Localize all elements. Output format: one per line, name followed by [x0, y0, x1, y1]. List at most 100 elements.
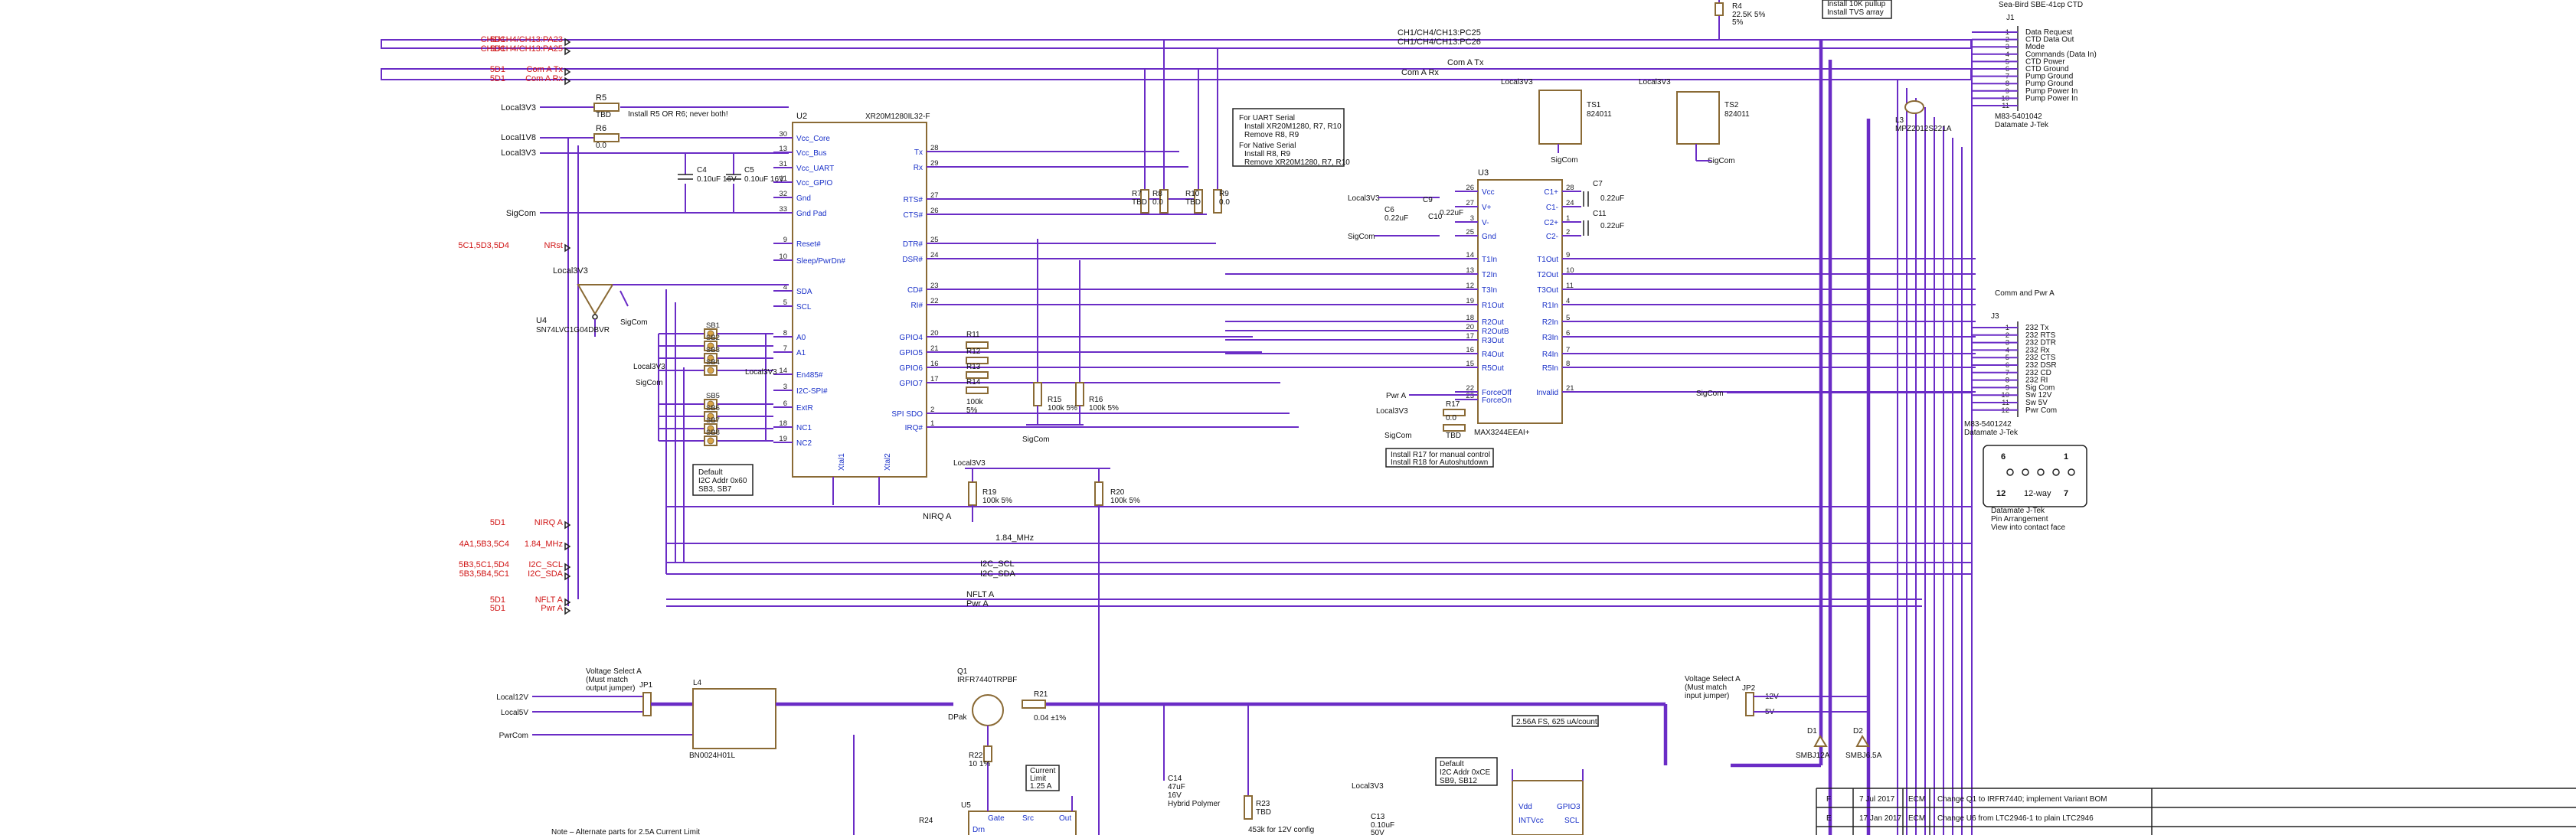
net-ref: 5C1,5D3,5D4 [458, 241, 509, 250]
u3-pin-num: 11 [1566, 282, 1574, 290]
r6-val: 0.0 [596, 142, 606, 150]
svg-text:output jumper): output jumper) [586, 684, 635, 693]
u3-pin-num: 10 [1566, 266, 1574, 275]
u2-pin-name: I2C-SPI# [796, 387, 828, 396]
svg-text:Install R18 for Autoshutdown: Install R18 for Autoshutdown [1391, 458, 1488, 467]
u2-pin-name: Vcc_UART [796, 165, 834, 173]
bus-label: CH1/CH4/CH13:PC26 [1398, 38, 1481, 47]
svg-text:2.56A FS, 625 uA/count: 2.56A FS, 625 uA/count [1516, 718, 1597, 726]
r5-val: TBD [596, 111, 611, 119]
svg-text:100k 5%: 100k 5% [1089, 404, 1119, 413]
u3-pin-name: R2In [1542, 318, 1558, 327]
svg-text:Default: Default [698, 468, 723, 477]
u2-pin-name: SPI SDO [891, 410, 923, 419]
svg-text:Voltage Select A: Voltage Select A [1685, 675, 1741, 683]
svg-text:JP2: JP2 [1742, 684, 1756, 693]
svg-text:For UART Serial: For UART Serial [1239, 114, 1295, 122]
u3-pin-name: R3Out [1482, 337, 1504, 345]
svg-text:Voltage Select A: Voltage Select A [586, 667, 642, 676]
u3-left-pins: 26 Vcc 27 V+ 3 V- 25 Gnd 14 T1In 13 T2In 12 T3In 19 R1O… [1225, 184, 1512, 405]
r6-ref: R6 [596, 124, 606, 133]
u2-pin-name: ExtR [796, 404, 813, 413]
u3-pin-name: R3In [1542, 334, 1558, 342]
svg-text:TS2: TS2 [1724, 101, 1739, 109]
svg-text:0.22uF: 0.22uF [1440, 209, 1463, 217]
u3-part: MAX3244EEAI+ [1474, 429, 1530, 437]
u2-pin-name: Tx [914, 148, 923, 157]
u2-pin-num: 29 [930, 159, 939, 168]
net-name: Com A Rx [525, 74, 563, 83]
svg-text:INTVcc: INTVcc [1518, 817, 1544, 825]
u2-pin-num: 26 [930, 207, 939, 215]
u2-pin-name: A1 [796, 349, 806, 357]
svg-text:0.0: 0.0 [1219, 198, 1230, 207]
u2-pin-num: 6 [783, 400, 787, 408]
u2-pin-name: Vcc_GPIO [796, 179, 832, 188]
u2-pin-name: Reset# [796, 240, 821, 249]
u2-pin-name: GPIO6 [899, 364, 923, 373]
u3-pin-num: 20 [1466, 323, 1474, 331]
bus-label: Com A Rx [1401, 68, 1439, 77]
u3-pin-num: 8 [1566, 360, 1570, 368]
svg-text:SigCom: SigCom [1022, 435, 1050, 444]
u3-pin-num: 13 [1466, 266, 1474, 275]
svg-text:100k: 100k [966, 398, 984, 406]
svg-text:Default: Default [1440, 760, 1464, 768]
u2-pin-num: 25 [930, 236, 939, 244]
net-name: CH1/CH4/CH13:PA25 [481, 44, 563, 54]
u4-part: SN74LVC1G04DBVR [536, 326, 610, 334]
u2-pin-name: RTS# [904, 196, 924, 204]
u2-pin-name: GPIO5 [899, 349, 923, 357]
u2-pin-num: 17 [930, 375, 939, 383]
bus-label: CH1/CH4/CH13:PC25 [1398, 28, 1481, 38]
svg-text:Local5V: Local5V [501, 709, 528, 717]
u2-pin-num: 21 [930, 344, 939, 353]
sb-ref: SB4 [706, 358, 720, 367]
svg-text:M83-5401042: M83-5401042 [1995, 113, 2042, 121]
svg-text:Pin Arrangement: Pin Arrangement [1991, 515, 2048, 524]
svg-text:Local3V3: Local3V3 [953, 459, 986, 468]
svg-text:Datamate J-Tek: Datamate J-Tek [1991, 507, 2045, 515]
u3-pin-name: R1In [1542, 302, 1558, 310]
svg-text:TBD: TBD [1132, 198, 1147, 207]
svg-text:SMBJ12A: SMBJ12A [1796, 752, 1830, 760]
svg-text:R13: R13 [966, 363, 981, 371]
u4-ref: U4 [536, 316, 547, 325]
svg-text:R22: R22 [969, 752, 983, 760]
svg-text:824011: 824011 [1587, 110, 1612, 119]
svg-text:TS1: TS1 [1587, 101, 1601, 109]
svg-text:R17: R17 [1446, 400, 1460, 409]
u2-pin-num: 1 [930, 419, 934, 428]
c4-ref: C4 [697, 166, 707, 175]
u3-pin-name: C2- [1546, 233, 1558, 241]
u3-pin-num: 7 [1566, 346, 1570, 354]
j1-pins: 1 Data Request2 CTD Data Out3 Mode4 Commands… [1972, 28, 2097, 110]
c4-val: 0.10uF 16V [697, 175, 737, 184]
u3-pin-name: Invalid [1536, 389, 1558, 397]
u3-pin-num: 19 [1466, 297, 1474, 305]
u2-pin-num: 18 [779, 419, 787, 428]
svg-text:100k 5%: 100k 5% [1110, 497, 1140, 505]
svg-text:0.0: 0.0 [1446, 414, 1456, 422]
u3-pin-num: 5 [1566, 314, 1570, 322]
sb-ref: SB6 [706, 404, 720, 413]
sb-ref: SB3 [706, 346, 720, 354]
svg-text:Datamate J-Tek: Datamate J-Tek [1964, 429, 2019, 437]
l3: L3 MPZ2012S221A [1895, 100, 1952, 133]
sb-ref: SB1 [706, 321, 720, 330]
svg-text:SigCom: SigCom [1708, 157, 1735, 165]
u4-gnd: SigCom [620, 318, 648, 327]
net-name: NRst [544, 241, 563, 250]
svg-text:L3: L3 [1895, 116, 1904, 125]
svg-text:1.25 A: 1.25 A [1030, 782, 1052, 791]
bus-label: Pwr A [966, 599, 989, 608]
svg-text:(Must match: (Must match [586, 676, 628, 684]
bus-label: NIRQ A [923, 512, 952, 521]
svg-text:M83-5401242: M83-5401242 [1964, 420, 2012, 429]
svg-text:Q1: Q1 [957, 667, 968, 676]
r5-ref: R5 [596, 93, 606, 103]
svg-text:R8: R8 [1152, 190, 1162, 198]
svg-text:J3: J3 [1991, 312, 1999, 321]
u3-pin-num: 21 [1566, 384, 1574, 393]
svg-text:Sea-Bird SBE-41cp CTD: Sea-Bird SBE-41cp CTD [1999, 1, 2083, 9]
